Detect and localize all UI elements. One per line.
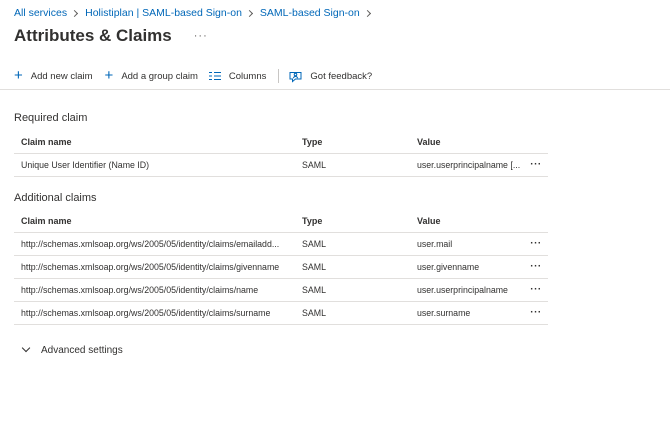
columns-button[interactable]: Columns (208, 70, 267, 82)
add-group-claim-label: Add a group claim (121, 70, 198, 82)
chevron-down-icon (21, 343, 31, 353)
feedback-button[interactable]: Got feedback? (289, 70, 372, 83)
toolbar-divider (278, 69, 280, 83)
table-row[interactable]: http://schemas.xmlsoap.org/ws/2005/05/id… (14, 279, 548, 302)
column-header-type[interactable]: Type (302, 131, 402, 153)
columns-label: Columns (228, 70, 267, 82)
advanced-settings-label: Advanced settings (41, 344, 123, 356)
additional-claims-heading: Additional claims (14, 192, 97, 204)
plus-icon: + (14, 67, 23, 84)
claim-name: Unique User Identifier (Name ID) (21, 160, 150, 170)
claim-name: http://schemas.xmlsoap.org/ws/2005/05/id… (21, 285, 259, 295)
claim-name: http://schemas.xmlsoap.org/ws/2005/05/id… (21, 308, 271, 318)
page-title: Attributes & Claims (14, 26, 172, 45)
breadcrumb-all-services[interactable]: All services (14, 7, 67, 19)
chevron-right-icon (71, 9, 79, 17)
claim-type: SAML (302, 239, 326, 249)
claim-name: http://schemas.xmlsoap.org/ws/2005/05/id… (21, 239, 280, 249)
breadcrumb-saml-sign-on[interactable]: SAML-based Sign-on (260, 7, 360, 19)
column-header-type[interactable]: Type (302, 210, 402, 232)
breadcrumb-holistiplan-saml[interactable]: Holistiplan | SAML-based Sign-on (85, 7, 242, 19)
table-header: Claim name Type Value (14, 210, 548, 233)
column-header-claim-name[interactable]: Claim name (21, 210, 296, 232)
feedback-icon (289, 70, 302, 83)
table-row[interactable]: http://schemas.xmlsoap.org/ws/2005/05/id… (14, 302, 548, 325)
table-header: Claim name Type Value (14, 131, 548, 154)
add-new-claim-button[interactable]: + Add new claim (14, 67, 93, 84)
columns-icon (208, 71, 221, 81)
table-row[interactable]: Unique User Identifier (Name ID) SAML us… (14, 154, 548, 177)
claim-type: SAML (302, 262, 326, 272)
column-header-value[interactable]: Value (417, 210, 524, 232)
additional-claims-table: Claim name Type Value http://schemas.xml… (14, 210, 548, 325)
chevron-right-icon (245, 9, 253, 17)
claim-type: SAML (302, 285, 326, 295)
more-options-icon[interactable]: ··· (194, 31, 208, 42)
advanced-settings-toggle[interactable]: Advanced settings (20, 342, 123, 358)
claim-type: SAML (302, 160, 326, 170)
table-row[interactable]: http://schemas.xmlsoap.org/ws/2005/05/id… (14, 233, 548, 256)
toolbar-separator (0, 89, 670, 90)
claim-type: SAML (302, 308, 326, 318)
breadcrumb: All services Holistiplan | SAML-based Si… (14, 6, 378, 20)
more-options-icon[interactable]: ··· (528, 279, 544, 301)
more-options-icon[interactable]: ··· (528, 302, 544, 324)
more-options-icon[interactable]: ··· (528, 154, 544, 176)
claim-value: user.mail (417, 239, 453, 249)
column-header-claim-name[interactable]: Claim name (21, 131, 296, 153)
add-new-claim-label: Add new claim (30, 70, 93, 82)
claim-value: user.userprincipalname (417, 285, 508, 295)
claim-value: user.surname (417, 308, 471, 318)
more-options-icon[interactable]: ··· (528, 233, 544, 255)
column-header-value[interactable]: Value (417, 131, 524, 153)
chevron-right-icon (363, 9, 371, 17)
feedback-label: Got feedback? (310, 70, 373, 82)
required-claim-table: Claim name Type Value Unique User Identi… (14, 131, 548, 177)
required-claim-heading: Required claim (14, 112, 88, 124)
plus-icon: + (104, 67, 114, 84)
claim-value: user.givenname (417, 262, 480, 272)
more-options-icon[interactable]: ··· (528, 256, 544, 278)
claim-name: http://schemas.xmlsoap.org/ws/2005/05/id… (21, 262, 280, 272)
claim-value: user.userprincipalname [... (417, 160, 521, 170)
title-row: Attributes & Claims ··· (14, 25, 208, 47)
add-group-claim-button[interactable]: + Add a group claim (104, 67, 198, 84)
table-row[interactable]: http://schemas.xmlsoap.org/ws/2005/05/id… (14, 256, 548, 279)
command-bar: + Add new claim + Add a group claim Colu… (14, 66, 372, 86)
